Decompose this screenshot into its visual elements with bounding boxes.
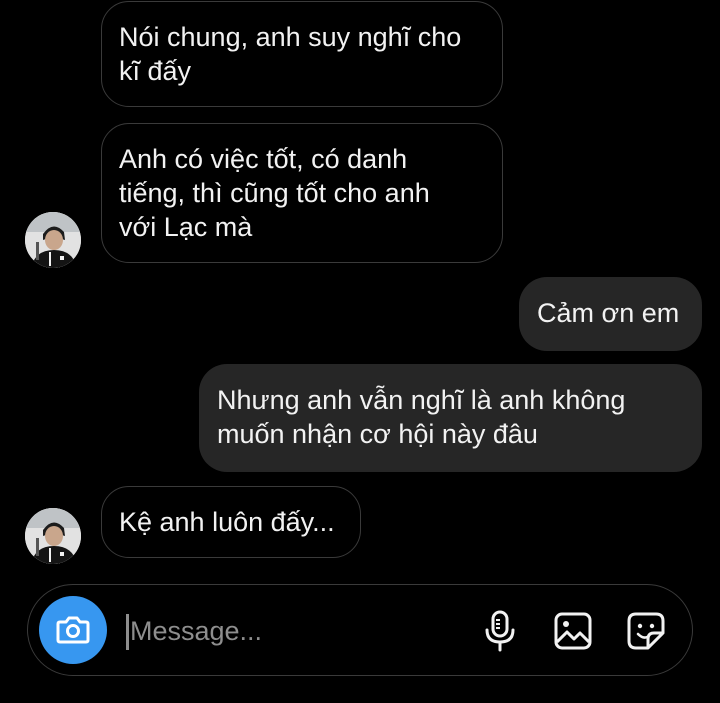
- image-gallery-icon: [554, 612, 592, 650]
- camera-icon: [56, 616, 90, 644]
- message-bubble-incoming[interactable]: Anh có việc tốt, có danh tiếng, thì cũng…: [101, 123, 503, 263]
- sticker-icon: [627, 612, 665, 650]
- avatar-photo: [25, 508, 81, 564]
- message-bubble-incoming[interactable]: Kệ anh luôn đấy...: [101, 486, 361, 558]
- microphone-button[interactable]: [478, 609, 522, 653]
- gallery-button[interactable]: [551, 609, 595, 653]
- avatar[interactable]: [25, 212, 81, 268]
- avatar-photo: [25, 212, 81, 268]
- microphone-icon: [485, 610, 515, 652]
- message-input[interactable]: [130, 607, 430, 655]
- message-bubble-incoming[interactable]: Nói chung, anh suy nghĩ cho kĩ đấy: [101, 1, 503, 107]
- message-bubble-outgoing[interactable]: Cảm ơn em: [519, 277, 702, 351]
- avatar[interactable]: [25, 508, 81, 564]
- sticker-button[interactable]: [624, 609, 668, 653]
- camera-button[interactable]: [39, 596, 107, 664]
- message-composer: [27, 584, 693, 676]
- text-cursor: [126, 614, 129, 650]
- message-bubble-outgoing[interactable]: Nhưng anh vẫn nghĩ là anh không muốn nhậ…: [199, 364, 702, 472]
